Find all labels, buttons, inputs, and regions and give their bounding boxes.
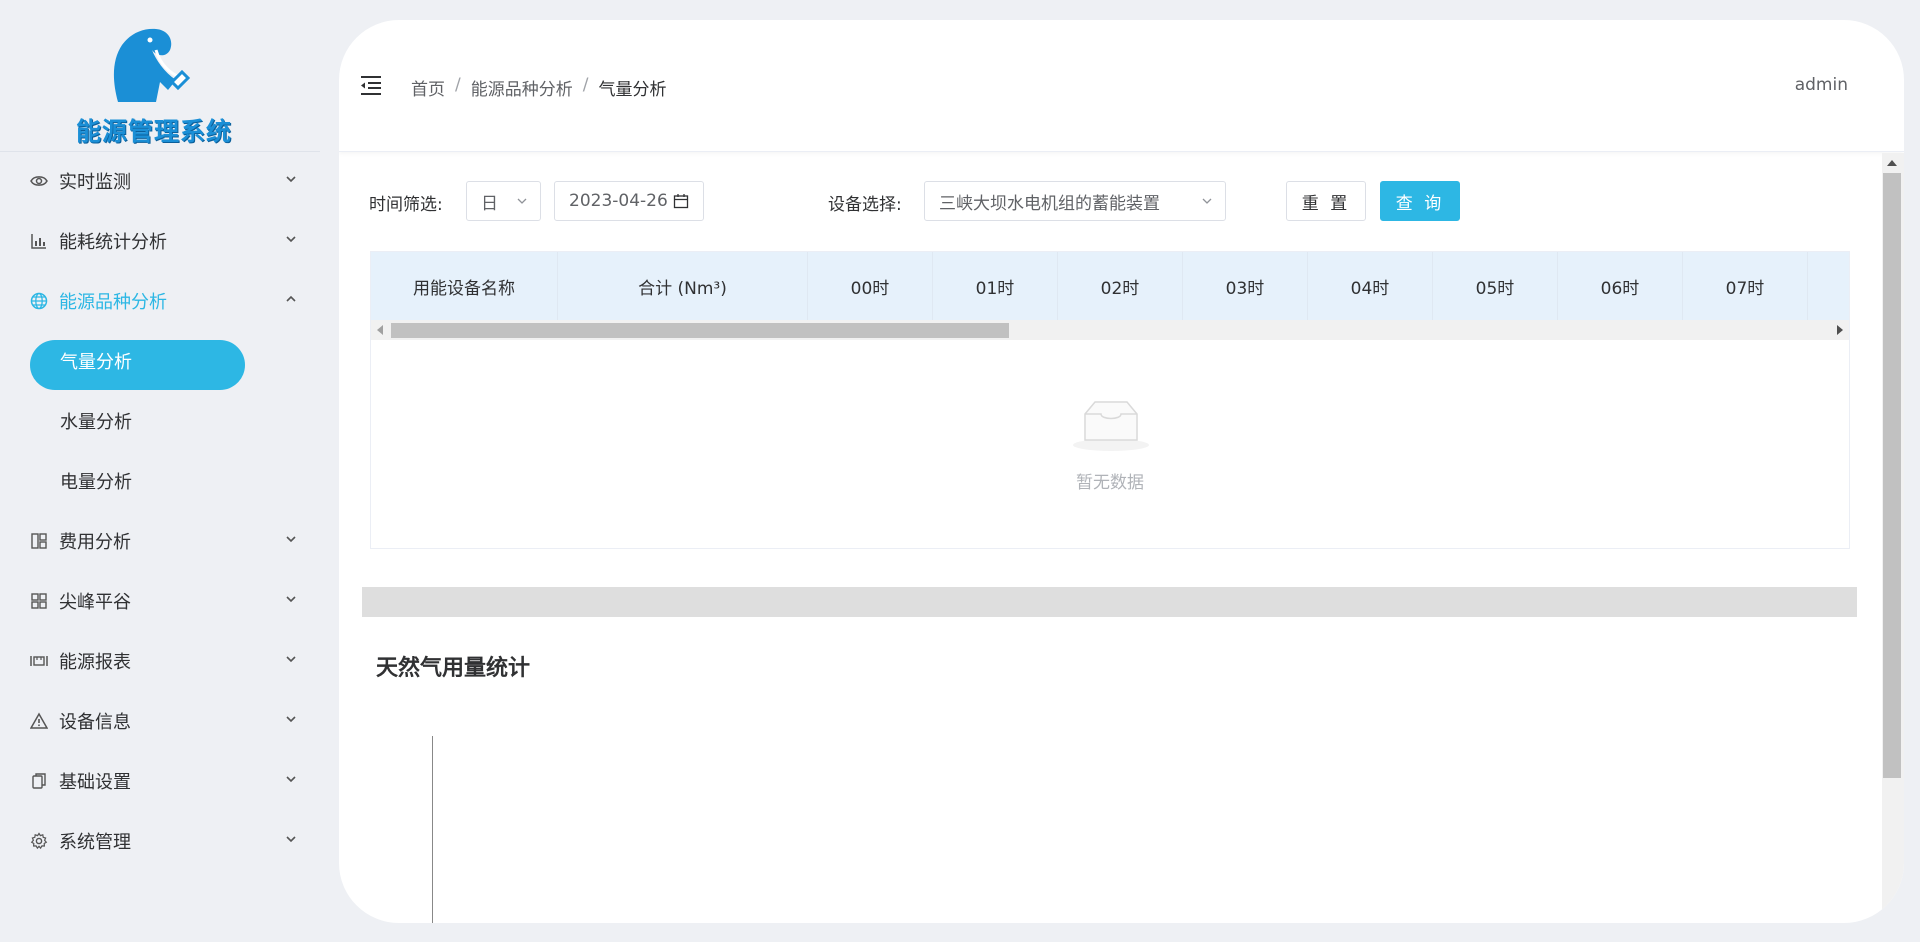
column-header: 07时 — [1683, 252, 1808, 320]
chevron-down-icon — [286, 176, 296, 183]
apps-icon — [29, 591, 49, 611]
sidebar-item-label: 基础设置 — [59, 772, 131, 793]
empty-state: 暂无数据 — [371, 340, 1849, 548]
section-title: 天然气用量统计 — [376, 656, 531, 681]
scroll-up-arrow-icon[interactable] — [1887, 160, 1897, 166]
column-header: 00时 — [808, 252, 933, 320]
device-select[interactable]: 三峡大坝水电机组的蓄能装置 — [924, 181, 1226, 221]
sidebar-subitem-electricity-analysis[interactable]: 电量分析 — [0, 451, 320, 511]
device-value: 三峡大坝水电机组的蓄能装置 — [939, 193, 1160, 214]
sidebar-item-system-management[interactable]: 系统管理 — [0, 811, 320, 871]
sidebar-subitem-label: 水量分析 — [60, 412, 132, 433]
gear-icon — [29, 831, 49, 851]
breadcrumb-home[interactable]: 首页 — [411, 75, 445, 100]
sidebar: 能源管理系统 实时监测 能耗统计分析 能源品种分析 气量分析 水量分析 电量分析… — [0, 0, 320, 942]
column-header: 用能设备名称 — [371, 252, 558, 320]
empty-inbox-icon — [1073, 401, 1149, 451]
sidebar-item-label: 费用分析 — [59, 532, 131, 553]
time-unit-value: 日 — [481, 193, 498, 214]
breadcrumb-separator: / — [455, 75, 461, 95]
breadcrumb: 首页 / 能源品种分析 / 气量分析 — [411, 75, 666, 100]
bar-chart-icon — [29, 231, 49, 251]
sidebar-item-label: 系统管理 — [59, 832, 131, 853]
sidebar-subitem-water-analysis[interactable]: 水量分析 — [0, 391, 320, 451]
sidebar-item-cost-analysis[interactable]: 费用分析 — [0, 511, 320, 571]
sidebar-subitem-gas-analysis[interactable]: 气量分析 — [0, 331, 320, 391]
sidebar-item-label: 设备信息 — [59, 712, 131, 733]
eye-icon — [29, 171, 49, 191]
column-header: 合计 (Nm³) — [558, 252, 808, 320]
calendar-icon — [673, 194, 689, 209]
scroll-down-arrow-icon[interactable] — [1887, 908, 1897, 914]
horizontal-scrollbar[interactable] — [371, 320, 1849, 340]
chevron-down-icon — [286, 536, 296, 543]
user-name[interactable]: admin — [1795, 75, 1848, 95]
sidebar-item-label: 尖峰平谷 — [59, 592, 131, 613]
sidebar-item-realtime-monitor[interactable]: 实时监测 — [0, 151, 320, 211]
table-header: 用能设备名称 合计 (Nm³) 00时 01时 02时 03时 04时 05时 … — [371, 252, 1849, 320]
chevron-down-icon — [286, 656, 296, 663]
scroll-right-arrow-icon[interactable] — [1837, 325, 1843, 335]
globe-icon — [29, 291, 49, 311]
sidebar-subitem-label: 气量分析 — [60, 352, 132, 373]
column-header: 03时 — [1183, 252, 1308, 320]
time-filter-label: 时间筛选: — [369, 195, 443, 215]
breadcrumb-current: 气量分析 — [598, 80, 667, 100]
top-header: 首页 / 能源品种分析 / 气量分析 admin — [339, 20, 1904, 152]
chevron-down-icon — [517, 198, 527, 204]
sidebar-item-label: 能源报表 — [59, 652, 131, 673]
column-header: 04时 — [1308, 252, 1433, 320]
breadcrumb-separator: / — [582, 75, 589, 95]
column-header: 02时 — [1058, 252, 1183, 320]
device-filter-label: 设备选择: — [828, 195, 902, 215]
sidebar-item-label: 能源品种分析 — [59, 292, 167, 313]
sidebar-subitem-label: 电量分析 — [60, 472, 132, 493]
main-panel: 首页 / 能源品种分析 / 气量分析 admin 时间筛选: 日 2023-04… — [339, 20, 1904, 923]
sidebar-item-basic-settings[interactable]: 基础设置 — [0, 751, 320, 811]
sidebar-item-label: 能耗统计分析 — [59, 232, 167, 253]
scroll-left-arrow-icon[interactable] — [377, 325, 383, 335]
scrollbar-thumb[interactable] — [391, 323, 1009, 338]
sidebar-item-energy-type-analysis[interactable]: 能源品种分析 — [0, 271, 320, 331]
chevron-down-icon — [286, 776, 296, 783]
column-header: 06时 — [1558, 252, 1683, 320]
date-picker[interactable]: 2023-04-26 — [554, 181, 704, 221]
grid-icon — [29, 531, 49, 551]
chevron-down-icon — [1202, 198, 1212, 204]
chevron-down-icon — [286, 236, 296, 243]
time-unit-select[interactable]: 日 — [466, 181, 541, 221]
menu-fold-icon[interactable] — [359, 75, 383, 95]
chevron-down-icon — [286, 596, 296, 603]
chart-y-axis — [432, 736, 433, 923]
chevron-down-icon — [286, 836, 296, 843]
sidebar-item-consumption-stats[interactable]: 能耗统计分析 — [0, 211, 320, 271]
column-header: 05时 — [1433, 252, 1558, 320]
sidebar-item-device-info[interactable]: 设备信息 — [0, 691, 320, 751]
chevron-up-icon — [286, 295, 296, 302]
empty-text: 暂无数据 — [1076, 473, 1144, 493]
breadcrumb-energy-type-analysis[interactable]: 能源品种分析 — [471, 75, 573, 100]
sidebar-item-peak-valley[interactable]: 尖峰平谷 — [0, 571, 320, 631]
sidebar-item-energy-reports[interactable]: 能源报表 — [0, 631, 320, 691]
chevron-down-icon — [286, 716, 296, 723]
data-table: 用能设备名称 合计 (Nm³) 00时 01时 02时 03时 04时 05时 … — [370, 251, 1850, 549]
brand-name: 能源管理系统 — [76, 117, 233, 146]
sidebar-item-label: 实时监测 — [59, 172, 131, 193]
ruler-icon — [29, 651, 49, 671]
warning-triangle-icon — [29, 711, 49, 731]
section-divider — [362, 587, 1857, 617]
vertical-scrollbar-thumb[interactable] — [1883, 173, 1901, 778]
sidebar-menu: 实时监测 能耗统计分析 能源品种分析 气量分析 水量分析 电量分析 费用分析 尖… — [0, 151, 320, 871]
query-button[interactable]: 查 询 — [1380, 181, 1460, 221]
column-header: 01时 — [933, 252, 1058, 320]
reset-button[interactable]: 重 置 — [1286, 181, 1366, 221]
date-value: 2023-04-26 — [569, 191, 668, 211]
copy-icon — [29, 771, 49, 791]
